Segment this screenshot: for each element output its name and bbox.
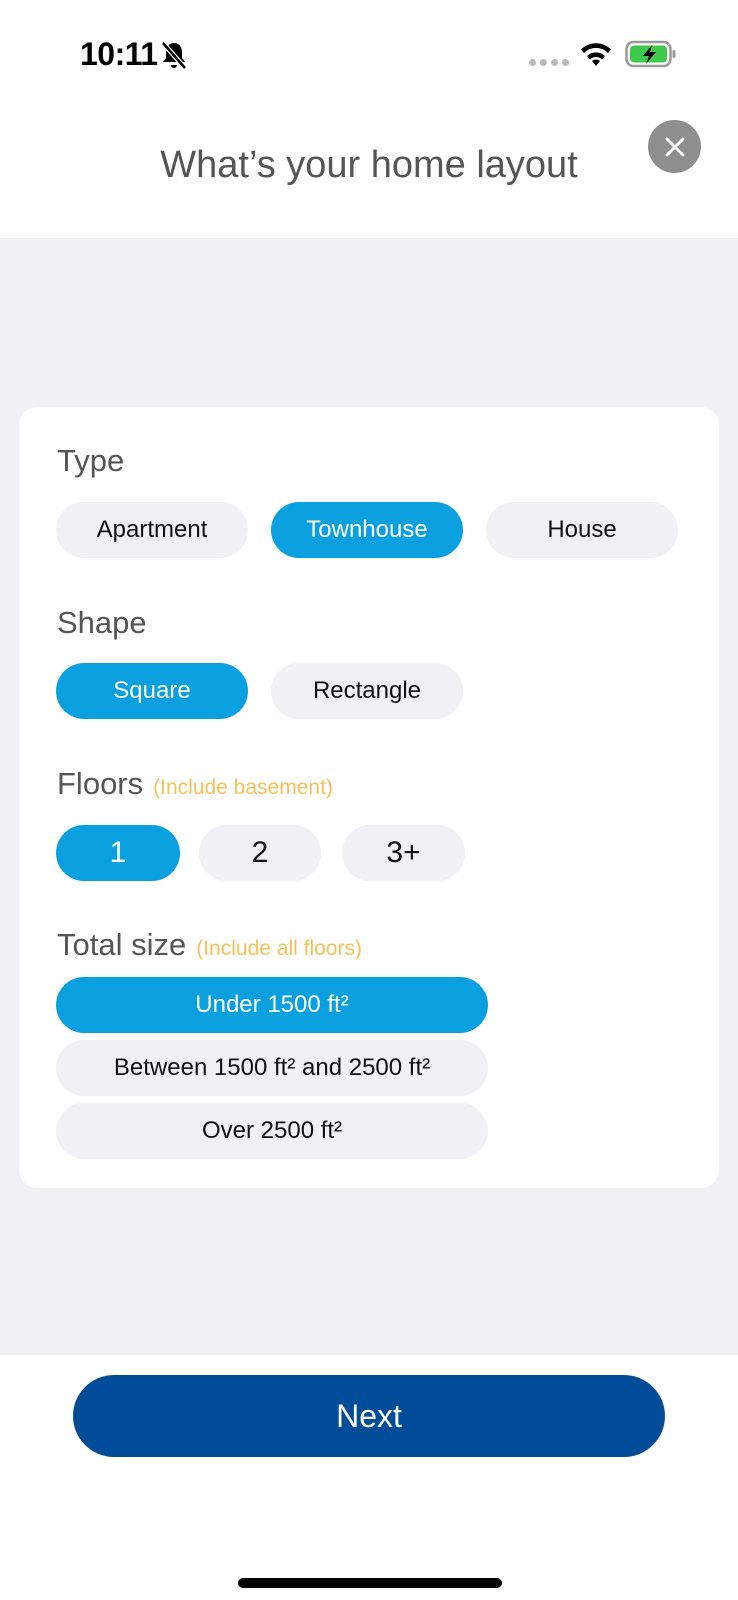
floors-option-2[interactable]: 2	[199, 825, 321, 881]
status-bar: 10:11	[0, 0, 738, 100]
page-title: What’s your home layout	[160, 144, 578, 186]
footer: Next	[0, 1355, 738, 1600]
floors-hint: (Include basement)	[153, 776, 333, 799]
shape-label: Shape	[57, 605, 147, 641]
type-label-text: Type	[57, 443, 125, 478]
battery-charging-icon	[625, 40, 676, 68]
shape-option-square[interactable]: Square	[56, 663, 248, 719]
size-option-under-1500[interactable]: Under 1500 ft²	[56, 977, 488, 1033]
status-time: 10:11	[80, 36, 158, 72]
type-option-house[interactable]: House	[486, 502, 678, 558]
close-button[interactable]	[648, 120, 701, 173]
content-area: Type Apartment Townhouse House Shape Squ…	[0, 238, 738, 1355]
header: What’s your home layout	[0, 100, 738, 238]
type-option-townhouse[interactable]: Townhouse	[271, 502, 463, 558]
total-size-label: Total size (Include all floors)	[57, 927, 362, 963]
floors-option-1[interactable]: 1	[56, 825, 180, 881]
close-icon	[665, 137, 684, 156]
bell-slash-icon	[161, 41, 187, 70]
total-size-hint: (Include all floors)	[196, 937, 362, 960]
floors-label: Floors (Include basement)	[57, 766, 333, 802]
next-button[interactable]: Next	[73, 1375, 665, 1457]
home-indicator[interactable]	[238, 1578, 502, 1588]
wifi-icon	[581, 43, 611, 66]
total-size-label-text: Total size	[57, 927, 187, 962]
size-option-over-2500[interactable]: Over 2500 ft²	[56, 1103, 488, 1159]
floors-option-3-plus[interactable]: 3+	[342, 825, 465, 881]
type-option-apartment[interactable]: Apartment	[56, 502, 248, 558]
layout-form-card: Type Apartment Townhouse House Shape Squ…	[19, 407, 719, 1188]
cellular-signal-icon	[529, 59, 569, 66]
floors-label-text: Floors	[57, 766, 144, 801]
shape-label-text: Shape	[57, 605, 147, 640]
size-option-1500-2500[interactable]: Between 1500 ft² and 2500 ft²	[56, 1040, 488, 1096]
shape-option-rectangle[interactable]: Rectangle	[271, 663, 463, 719]
type-label: Type	[57, 443, 124, 479]
